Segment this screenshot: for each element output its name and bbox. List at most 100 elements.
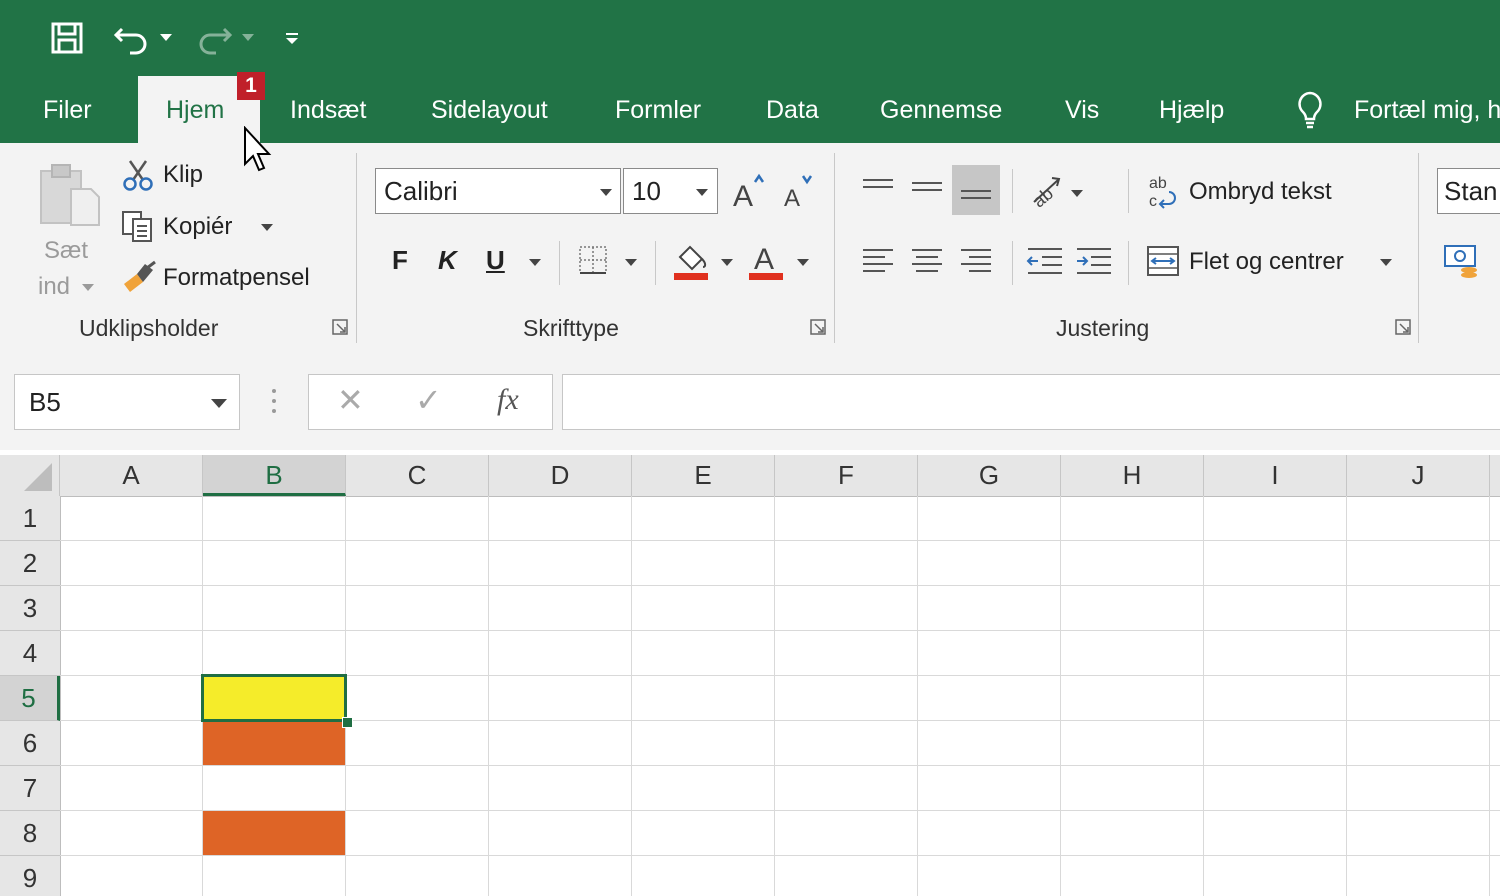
copy-icon[interactable] [120, 209, 156, 245]
merge-center-icon[interactable] [1145, 243, 1181, 279]
italic-button[interactable]: K [438, 245, 457, 276]
font-color-icon[interactable]: A [747, 239, 785, 281]
tab-hjaelp[interactable]: Hjælp [1159, 88, 1224, 132]
tab-gennemse[interactable]: Gennemse [880, 88, 1002, 132]
paste-dropdown-icon[interactable] [82, 284, 94, 291]
increase-font-size-icon[interactable]: A [730, 171, 766, 211]
selected-cell-border[interactable] [201, 674, 347, 722]
column-header-c[interactable]: C [346, 455, 489, 496]
column-header-j[interactable]: J [1347, 455, 1490, 496]
row-header-4[interactable]: 4 [0, 631, 60, 676]
merge-center-button[interactable]: Flet og centrer [1189, 248, 1344, 276]
tell-me-search[interactable]: Fortæl mig, h [1354, 88, 1500, 132]
row-header-6[interactable]: 6 [0, 721, 60, 766]
font-size-dropdown-icon[interactable] [696, 189, 708, 196]
wrap-text-button[interactable]: Ombryd tekst [1189, 178, 1332, 206]
column-header-h[interactable]: H [1061, 455, 1204, 496]
cancel-icon[interactable]: ✕ [337, 381, 364, 419]
column-header-a[interactable]: A [60, 455, 203, 496]
font-name-box[interactable]: Calibri [375, 168, 621, 214]
align-center-icon[interactable] [906, 243, 948, 279]
row-header-8[interactable]: 8 [0, 811, 60, 856]
tab-indsaet[interactable]: Indsæt [290, 88, 366, 132]
font-size-box[interactable]: 10 [623, 168, 718, 214]
lightbulb-icon[interactable] [1292, 88, 1328, 132]
svg-text:A: A [784, 185, 800, 210]
copy-dropdown-icon[interactable] [261, 224, 273, 231]
tab-sidelayout[interactable]: Sidelayout [431, 88, 548, 132]
underline-button[interactable]: U [486, 245, 505, 276]
copy-button[interactable]: Kopiér [163, 213, 232, 241]
tab-filer[interactable]: Filer [43, 88, 92, 132]
tab-hjem[interactable]: Hjem [166, 88, 224, 132]
number-format-box[interactable]: Stan [1437, 168, 1500, 214]
tab-vis[interactable]: Vis [1065, 88, 1099, 132]
orientation-icon[interactable]: ab [1025, 169, 1065, 209]
row-header-9[interactable]: 9 [0, 856, 60, 896]
cell-b8[interactable] [203, 811, 345, 855]
redo-dropdown-icon[interactable] [238, 20, 258, 56]
fill-color-dropdown-icon[interactable] [721, 259, 733, 266]
save-icon[interactable] [46, 20, 88, 56]
accounting-format-icon[interactable] [1442, 241, 1482, 281]
borders-dropdown-icon[interactable] [625, 259, 637, 266]
paste-label-line1[interactable]: Sæt [44, 237, 88, 265]
increase-indent-icon[interactable] [1074, 243, 1114, 279]
font-name-dropdown-icon[interactable] [600, 189, 612, 196]
insert-function-icon[interactable]: fx [497, 383, 519, 417]
row-header-3[interactable]: 3 [0, 586, 60, 631]
font-color-dropdown-icon[interactable] [797, 259, 809, 266]
dialog-launcher-icon[interactable] [332, 319, 348, 335]
row-header-1[interactable]: 1 [0, 496, 60, 541]
bold-button[interactable]: F [392, 245, 408, 276]
row-header-7[interactable]: 7 [0, 766, 60, 811]
fill-handle[interactable] [342, 717, 353, 728]
row-header-2[interactable]: 2 [0, 541, 60, 586]
name-box-value: B5 [29, 387, 61, 417]
customize-qat-icon[interactable] [282, 20, 302, 56]
paste-icon[interactable] [36, 161, 104, 227]
select-all-button[interactable] [0, 455, 60, 496]
format-painter-icon[interactable] [120, 259, 158, 295]
column-header-f[interactable]: F [775, 455, 918, 496]
column-header-i[interactable]: I [1204, 455, 1347, 496]
cut-button[interactable]: Klip [163, 161, 203, 189]
more-options-icon[interactable] [272, 388, 276, 416]
align-top-icon[interactable] [857, 169, 899, 205]
wrap-text-icon[interactable]: ab c [1146, 171, 1180, 211]
undo-icon[interactable] [110, 20, 154, 56]
align-right-icon[interactable] [955, 243, 997, 279]
formula-input[interactable] [562, 374, 1500, 430]
dialog-launcher-icon[interactable] [1395, 319, 1411, 335]
column-header-g[interactable]: G [918, 455, 1061, 496]
dialog-launcher-icon[interactable] [810, 319, 826, 335]
orientation-dropdown-icon[interactable] [1071, 190, 1083, 197]
tab-data[interactable]: Data [766, 88, 819, 132]
decrease-font-size-icon[interactable]: A [781, 171, 815, 211]
format-painter-button[interactable]: Formatpensel [163, 264, 310, 292]
decrease-indent-icon[interactable] [1025, 243, 1065, 279]
column-header-d[interactable]: D [489, 455, 632, 496]
row-headers: 123456789 [0, 496, 61, 896]
tab-formler[interactable]: Formler [615, 88, 701, 132]
svg-text:A: A [754, 243, 774, 276]
name-box-dropdown-icon[interactable] [211, 399, 227, 408]
row-header-5[interactable]: 5 [0, 676, 60, 721]
underline-dropdown-icon[interactable] [529, 259, 541, 266]
align-left-icon[interactable] [857, 243, 899, 279]
borders-icon[interactable] [576, 243, 610, 277]
merge-center-dropdown-icon[interactable] [1380, 259, 1392, 266]
fill-color-icon[interactable] [671, 239, 711, 281]
scissors-icon[interactable] [120, 157, 156, 193]
enter-icon[interactable]: ✓ [415, 381, 442, 419]
separator [655, 241, 656, 285]
align-bottom-icon[interactable] [952, 165, 1000, 215]
redo-icon[interactable] [192, 20, 236, 56]
name-box[interactable]: B5 [14, 374, 240, 430]
align-middle-icon[interactable] [906, 169, 948, 205]
column-header-e[interactable]: E [632, 455, 775, 496]
column-header-b[interactable]: B [203, 455, 346, 496]
cell-b6[interactable] [203, 721, 345, 765]
undo-dropdown-icon[interactable] [156, 20, 176, 56]
paste-label-line2[interactable]: ind [38, 273, 70, 301]
